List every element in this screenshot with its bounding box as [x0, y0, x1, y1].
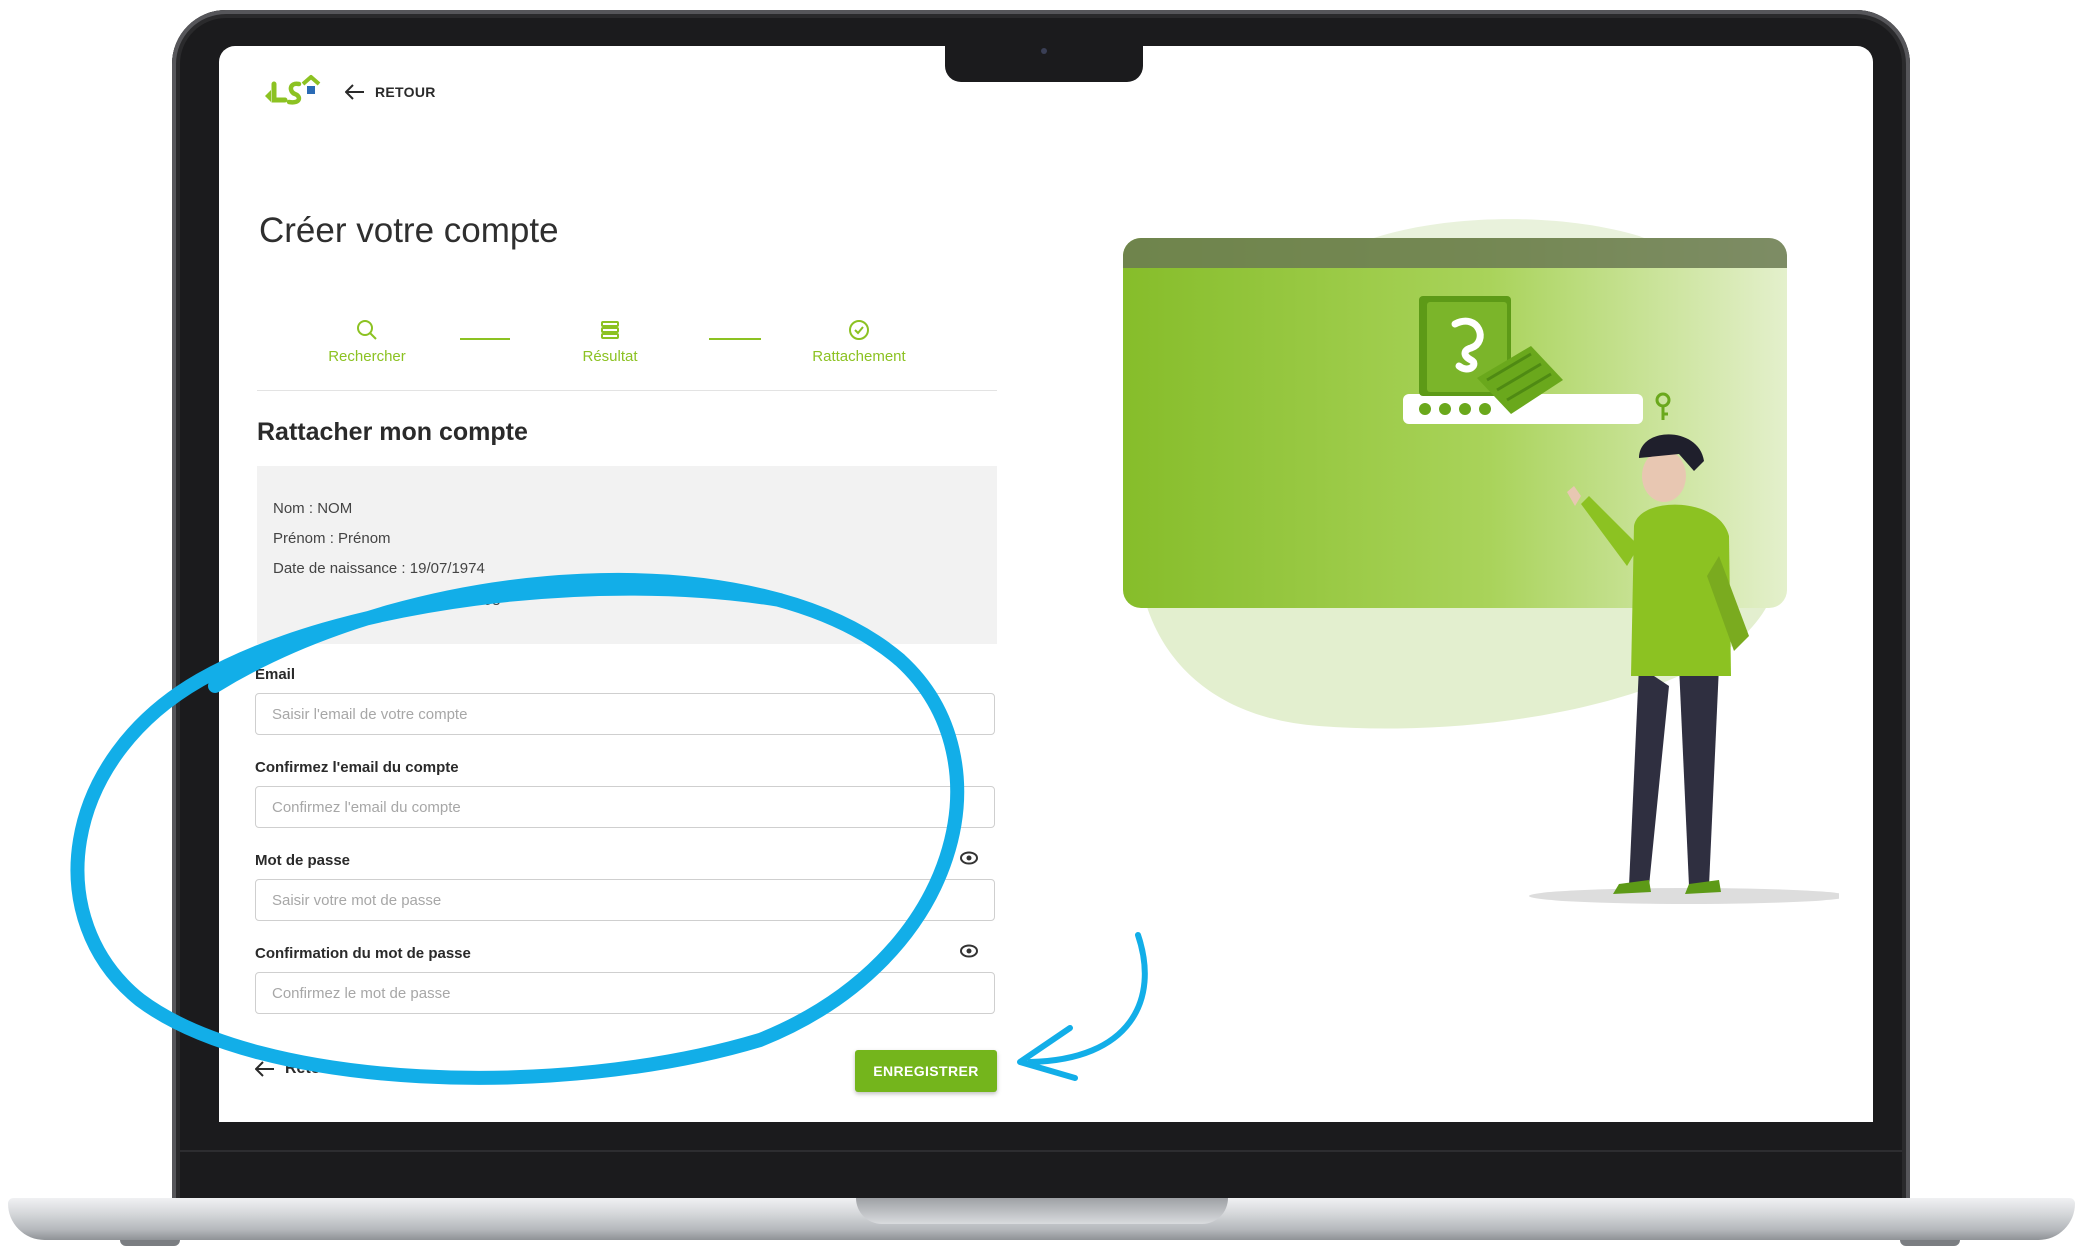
password-field[interactable] [255, 879, 995, 921]
info-nom-label: Nom : [273, 500, 314, 517]
laptop-foot-right [1900, 1240, 1960, 1246]
info-naissance-value: 19/07/1974 [409, 560, 485, 577]
step-label: Rechercher [328, 348, 406, 365]
info-nom-value: NOM [317, 500, 353, 517]
laptop-hinge-line [180, 1150, 1902, 1152]
step-label: Résultat [582, 348, 638, 365]
camera-icon [1041, 48, 1047, 54]
info-naissance-label: Date de naissance : [273, 560, 406, 577]
password-label: Mot de passe [255, 852, 351, 869]
section-title: Rattacher mon compte [257, 418, 528, 446]
eye-icon[interactable] [959, 850, 979, 866]
confirm-email-field[interactable] [255, 786, 995, 828]
els-logo[interactable] [259, 72, 323, 112]
laptop-foot-left [120, 1240, 180, 1246]
info-numero-value: 0095898 [442, 592, 501, 609]
app-screen: RETOUR Créer votre compte Rechercher Rés… [219, 46, 1873, 1122]
list-icon [601, 321, 619, 339]
step-connector [709, 338, 761, 340]
back-link-bottom[interactable]: Retour [255, 1060, 337, 1078]
stepper: Rechercher Résultat Rattachement [257, 318, 997, 391]
page-title: Créer votre compte [259, 211, 559, 250]
info-prenom-value: Prénom [338, 530, 391, 547]
confirm-email-label: Confirmez l'email du compte [255, 759, 459, 776]
info-naissance: Date de naissance : 19/07/1974 [273, 560, 485, 577]
save-button[interactable]: ENREGISTRER [855, 1050, 997, 1092]
confirm-password-field[interactable] [255, 972, 995, 1014]
account-illustration [1123, 219, 1839, 904]
arrow-left-icon [255, 1061, 274, 1077]
search-icon [357, 320, 377, 340]
back-link-top-label: RETOUR [375, 84, 436, 100]
info-nom: Nom : NOM [273, 500, 352, 517]
laptop-chin [180, 1122, 1902, 1206]
info-prenom-label: Prénom : [273, 530, 334, 547]
step-resultat[interactable]: Résultat [530, 318, 690, 365]
top-bar: RETOUR [259, 72, 436, 112]
info-prenom: Prénom : Prénom [273, 530, 391, 547]
step-label: Rattachement [812, 348, 906, 365]
back-link-top[interactable]: RETOUR [345, 84, 436, 100]
email-label: Email [255, 666, 296, 683]
check-circle-icon [849, 320, 869, 340]
step-connector [460, 338, 510, 340]
step-rechercher[interactable]: Rechercher [287, 318, 447, 365]
account-info-box: Nom : NOM Prénom : Prénom Date de naissa… [257, 466, 997, 644]
step-rattachement[interactable]: Rattachement [779, 318, 939, 365]
email-field[interactable] [255, 693, 995, 735]
back-link-bottom-label: Retour [285, 1060, 337, 1077]
info-numero: 0095898 [442, 592, 500, 609]
eye-icon[interactable] [959, 943, 979, 959]
laptop-open-notch [856, 1198, 1228, 1224]
arrow-left-icon [345, 84, 364, 100]
confirm-password-label: Confirmation du mot de passe [255, 945, 471, 962]
